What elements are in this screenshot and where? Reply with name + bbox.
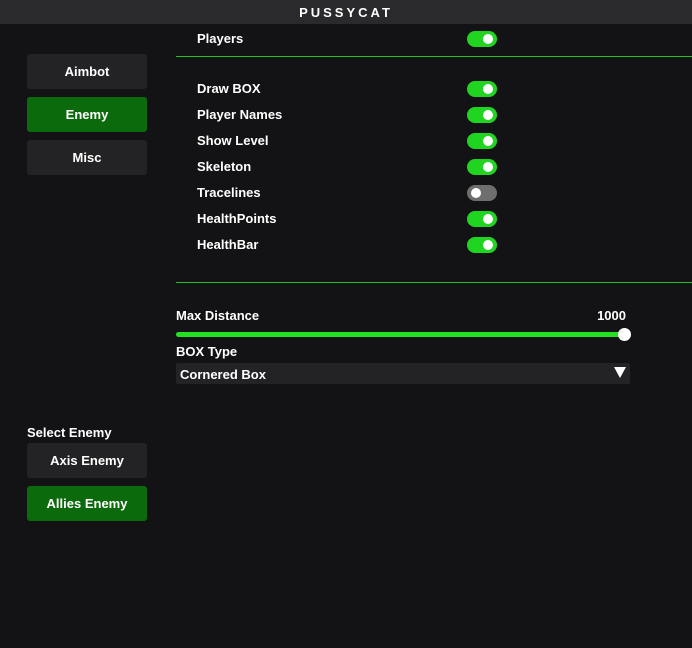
healthpoints-toggle[interactable] xyxy=(467,211,497,227)
skeleton-label: Skeleton xyxy=(197,159,252,174)
window-title[interactable]: PUSSYCAT xyxy=(0,0,692,24)
tab-misc[interactable]: Misc xyxy=(27,140,147,175)
healthpoints-label: HealthPoints xyxy=(197,211,277,226)
tab-enemy[interactable]: Enemy xyxy=(27,97,147,132)
toggle-knob xyxy=(483,84,493,94)
box-type-label: BOX Type xyxy=(176,344,238,359)
toggle-knob xyxy=(483,136,493,146)
feature-row-healthpoints: HealthPoints xyxy=(197,210,497,228)
player-names-label: Player Names xyxy=(197,107,283,122)
feature-row-healthbar: HealthBar xyxy=(197,236,497,254)
toggle-knob xyxy=(471,188,481,198)
toggle-knob xyxy=(483,110,493,120)
toggle-knob xyxy=(483,34,493,44)
draw-box-toggle[interactable] xyxy=(467,81,497,97)
toggle-knob xyxy=(483,162,493,172)
toggle-knob xyxy=(483,240,493,250)
divider-bottom xyxy=(176,282,692,283)
box-type-selected: Cornered Box xyxy=(180,367,266,382)
divider-top xyxy=(176,56,692,57)
skeleton-toggle[interactable] xyxy=(467,159,497,175)
select-enemy-label: Select Enemy xyxy=(27,425,112,440)
show-level-label: Show Level xyxy=(197,133,269,148)
healthbar-label: HealthBar xyxy=(197,237,259,252)
players-toggle[interactable] xyxy=(467,31,497,47)
feature-row-player-names: Player Names xyxy=(197,106,497,124)
max-distance-label: Max Distance xyxy=(176,308,260,323)
feature-row-tracelines: Tracelines xyxy=(197,184,497,202)
draw-box-label: Draw BOX xyxy=(197,81,261,96)
feature-row-draw-box: Draw BOX xyxy=(197,80,497,98)
triangle-down-icon[interactable] xyxy=(614,367,626,378)
feature-row-show-level: Show Level xyxy=(197,132,497,150)
cheat-menu-window: PUSSYCAT Aimbot Enemy Misc Select Enemy … xyxy=(0,0,692,648)
players-label: Players xyxy=(197,31,244,46)
show-level-toggle[interactable] xyxy=(467,133,497,149)
tab-aimbot[interactable]: Aimbot xyxy=(27,54,147,89)
box-type-dropdown[interactable]: Cornered Box xyxy=(176,363,630,384)
player-names-toggle[interactable] xyxy=(467,107,497,123)
healthbar-toggle[interactable] xyxy=(467,237,497,253)
slider-thumb[interactable] xyxy=(618,328,631,341)
max-distance-value: 1000 xyxy=(597,308,626,323)
tracelines-label: Tracelines xyxy=(197,185,261,200)
max-distance-slider[interactable] xyxy=(176,328,631,341)
toggle-knob xyxy=(483,214,493,224)
allies-enemy-button[interactable]: Allies Enemy xyxy=(27,486,147,521)
players-row: Players xyxy=(197,30,497,48)
axis-enemy-button[interactable]: Axis Enemy xyxy=(27,443,147,478)
slider-fill xyxy=(176,332,626,337)
feature-row-skeleton: Skeleton xyxy=(197,158,497,176)
tracelines-toggle[interactable] xyxy=(467,185,497,201)
